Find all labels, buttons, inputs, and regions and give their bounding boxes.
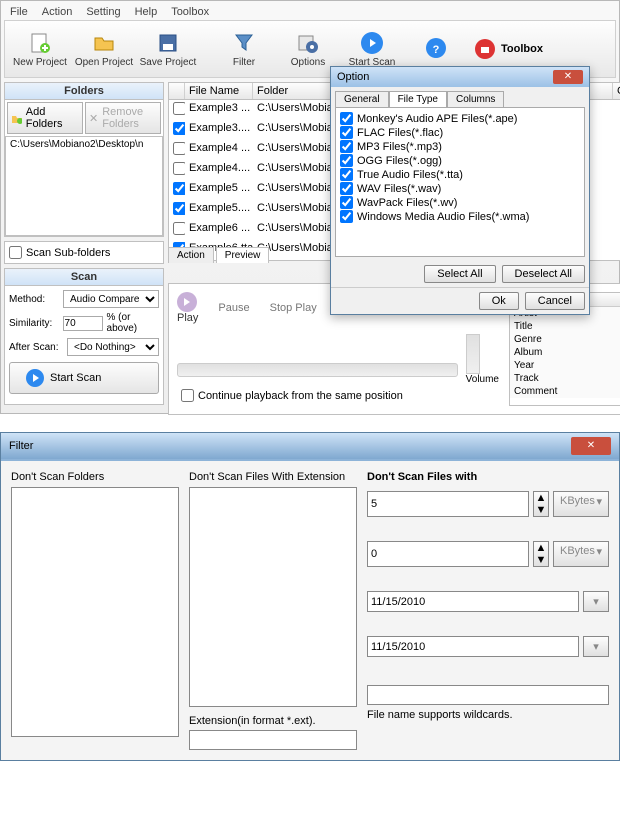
add-folders-button[interactable]: Add Folders: [7, 102, 83, 134]
close-icon[interactable]: ✕: [571, 437, 611, 455]
menu-action[interactable]: Action: [42, 6, 73, 18]
date-to-picker[interactable]: ▾: [583, 636, 609, 657]
menu-bar: File Action Setting Help Toolbox: [4, 4, 616, 20]
file-type-checkbox[interactable]: WavPack Files(*.wv): [340, 196, 580, 209]
dont-scan-ext-list[interactable]: [189, 487, 357, 707]
remove-folders-button[interactable]: ✕Remove Folders: [85, 102, 161, 134]
file-type-checkbox[interactable]: OGG Files(*.ogg): [340, 154, 580, 167]
position-slider[interactable]: [177, 363, 458, 377]
col-check[interactable]: [169, 83, 185, 99]
stop-button[interactable]: Stop Play: [270, 302, 317, 314]
cancel-button[interactable]: Cancel: [525, 292, 585, 310]
save-project-button[interactable]: Save Project: [137, 25, 199, 73]
play-button[interactable]: [177, 292, 197, 312]
max-size-spinner[interactable]: ▲▼: [533, 541, 549, 567]
method-label: Method:: [9, 294, 59, 305]
new-project-button[interactable]: New Project: [9, 25, 71, 73]
max-size-input[interactable]: [367, 541, 529, 567]
file-types-list: Monkey's Audio APE Files(*.ape) FLAC Fil…: [335, 107, 585, 257]
menu-help[interactable]: Help: [135, 6, 158, 18]
svg-text:?: ?: [433, 44, 440, 56]
dont-scan-folders-list[interactable]: [11, 487, 179, 737]
after-scan-select[interactable]: <Do Nothing>: [67, 338, 159, 356]
filter-window: Filter ✕ Don't Scan Folders Don't Scan Fi…: [0, 432, 620, 761]
tab-general[interactable]: General: [335, 91, 389, 107]
folders-panel: Folders Add Folders ✕Remove Folders C:\U…: [4, 82, 164, 237]
menu-setting[interactable]: Setting: [86, 6, 120, 18]
file-type-checkbox[interactable]: True Audio Files(*.tta): [340, 168, 580, 181]
file-type-checkbox[interactable]: FLAC Files(*.flac): [340, 126, 580, 139]
tab-file-type[interactable]: File Type: [389, 91, 447, 107]
min-size-spinner[interactable]: ▲▼: [533, 491, 549, 517]
select-all-button[interactable]: Select All: [424, 265, 495, 283]
wildcard-hint: File name supports wildcards.: [367, 709, 609, 721]
tab-preview[interactable]: Preview: [216, 247, 270, 263]
tag-row: Track: [510, 372, 620, 385]
pause-button[interactable]: Pause: [218, 302, 249, 314]
scan-header: Scan: [5, 269, 163, 286]
folders-header: Folders: [5, 83, 163, 100]
tab-columns[interactable]: Columns: [447, 91, 504, 107]
file-type-checkbox[interactable]: MP3 Files(*.mp3): [340, 140, 580, 153]
tag-row: Comment: [510, 385, 620, 398]
dont-scan-folders-label: Don't Scan Folders: [11, 471, 179, 483]
volume-slider[interactable]: [466, 334, 480, 374]
wildcard-input[interactable]: [367, 685, 609, 705]
start-scan-big-button[interactable]: Start Scan: [9, 362, 159, 394]
file-type-checkbox[interactable]: Monkey's Audio APE Files(*.ape): [340, 112, 580, 125]
option-title: Option: [337, 71, 369, 83]
tag-row: Title: [510, 320, 620, 333]
method-select[interactable]: Audio Compare: [63, 290, 159, 308]
date-to-input[interactable]: [367, 636, 579, 657]
file-type-checkbox[interactable]: WAV Files(*.wav): [340, 182, 580, 195]
menu-toolbox[interactable]: Toolbox: [171, 6, 209, 18]
col-group[interactable]: Group: [613, 83, 620, 99]
scan-subfolders-checkbox[interactable]: Scan Sub-folders: [4, 241, 164, 264]
tag-row: Album: [510, 346, 620, 359]
folder-list[interactable]: C:\Users\Mobiano2\Desktop\n: [5, 136, 163, 236]
min-size-input[interactable]: [367, 491, 529, 517]
filter-button[interactable]: Filter: [213, 25, 275, 73]
deselect-all-button[interactable]: Deselect All: [502, 265, 585, 283]
after-scan-label: After Scan:: [9, 342, 63, 353]
extension-label: Extension(in format *.ext).: [189, 715, 357, 727]
tag-row: Year: [510, 359, 620, 372]
scan-panel: Scan Method: Audio Compare Similarity: % (…: [4, 268, 164, 405]
open-project-button[interactable]: Open Project: [73, 25, 135, 73]
date-from-picker[interactable]: ▾: [583, 591, 609, 612]
option-dialog: Option ✕ General File Type Columns Monkey…: [330, 66, 590, 315]
col-folder[interactable]: Folder: [253, 83, 335, 99]
tab-action[interactable]: Action: [168, 247, 214, 263]
file-type-checkbox[interactable]: Windows Media Audio Files(*.wma): [340, 210, 580, 223]
menu-file[interactable]: File: [10, 6, 28, 18]
similarity-input[interactable]: [63, 316, 103, 331]
continue-playback-checkbox[interactable]: Continue playback from the same position: [177, 385, 499, 406]
similarity-suffix: % (or above): [107, 312, 159, 334]
close-icon[interactable]: ✕: [553, 70, 583, 84]
filter-title: Filter: [9, 440, 33, 452]
ok-button[interactable]: Ok: [479, 292, 519, 310]
tag-row: Genre: [510, 333, 620, 346]
col-filename[interactable]: File Name: [185, 83, 253, 99]
dont-scan-ext-label: Don't Scan Files With Extension: [189, 471, 357, 483]
max-size-unit[interactable]: KBytes▾: [553, 541, 609, 567]
similarity-label: Similarity:: [9, 318, 59, 329]
date-from-input[interactable]: [367, 591, 579, 612]
min-size-unit[interactable]: KBytes▾: [553, 491, 609, 517]
extension-input[interactable]: [189, 730, 357, 750]
dont-scan-files-label: Don't Scan Files with: [367, 471, 609, 483]
